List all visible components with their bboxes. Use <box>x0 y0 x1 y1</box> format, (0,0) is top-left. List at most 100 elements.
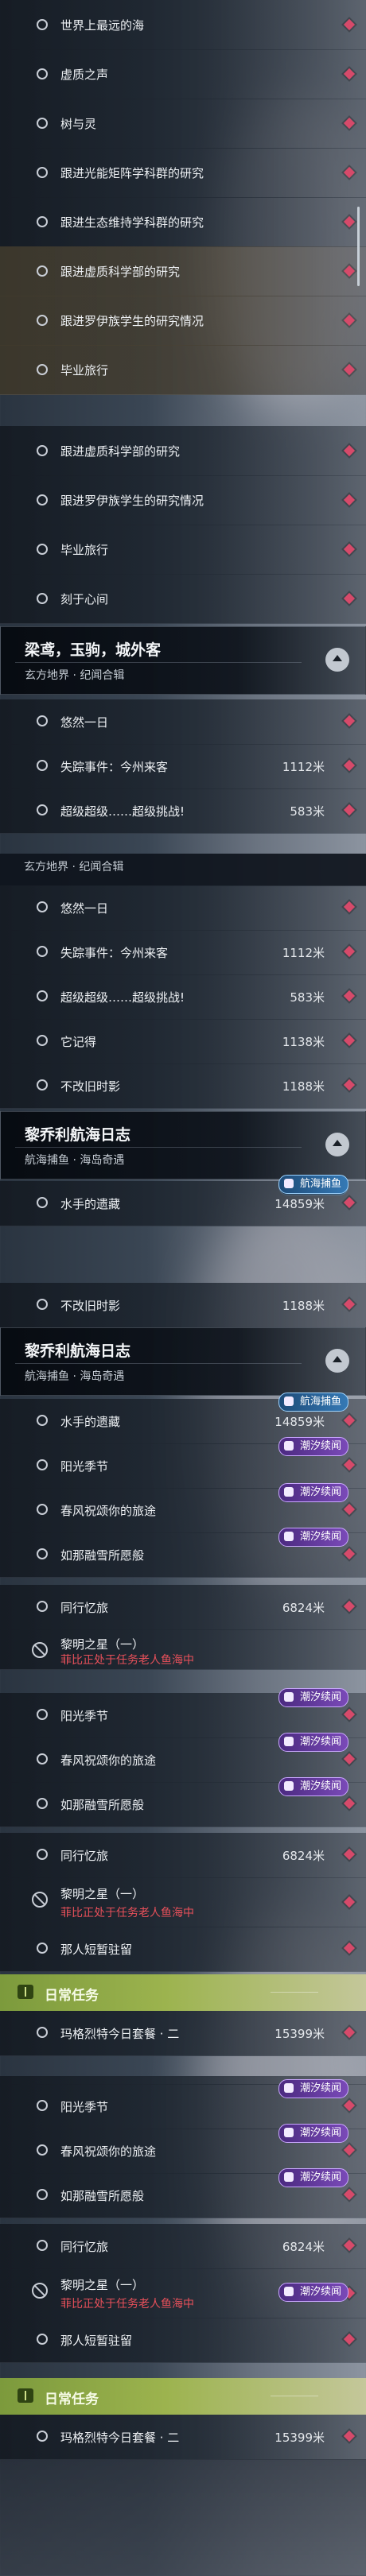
quest-row[interactable]: 跟进虚质科学部的研究 <box>0 426 366 476</box>
quest-status-icon <box>37 544 48 555</box>
quest-group-header[interactable]: 梁鸢，玉驹，城外客 玄方地界 · 纪闻合辑 <box>0 626 366 695</box>
marker-icon <box>343 2333 356 2346</box>
quest-row[interactable]: 刻于心间 <box>0 574 366 624</box>
quest-title: 毕业旅行 <box>60 543 109 557</box>
marker-icon <box>343 2239 356 2252</box>
marker-icon <box>343 990 356 1002</box>
quest-status-icon <box>37 1079 48 1090</box>
tide-tag: 潮汐续闻 <box>278 1483 348 1502</box>
tide-tag: 潮汐续闻 <box>278 1437 348 1456</box>
marker-icon <box>343 592 356 605</box>
quest-row[interactable]: 超级超级……超级挑战! 583米 <box>0 788 366 834</box>
quest-distance: 14859米 <box>274 1415 325 1429</box>
quest-title: 春风祝颂你的旅途 <box>60 1753 157 1768</box>
quest-row[interactable]: 同行忆旅 6824米 <box>0 1585 366 1630</box>
blocked-icon <box>32 1642 48 1658</box>
quest-row[interactable]: 玛格烈特今日套餐 · 二 15399米 <box>0 2415 366 2460</box>
quest-distance: 14859米 <box>274 1197 325 1211</box>
quest-title: 阳光季节 <box>60 1709 109 1723</box>
marker-icon <box>343 1848 356 1861</box>
quest-title: 阳光季节 <box>60 2100 109 2114</box>
quest-distance: 6824米 <box>282 2240 325 2254</box>
quest-status-icon <box>37 19 48 30</box>
quest-distance: 6824米 <box>282 1849 325 1863</box>
collapse-icon[interactable] <box>325 1349 349 1373</box>
quest-title: 跟进罗伊族学生的研究情况 <box>60 314 204 328</box>
marker-icon <box>343 1079 356 1091</box>
marker-icon <box>343 494 356 506</box>
marker-icon <box>343 2188 356 2201</box>
daily-task-header[interactable]: 日常任务 <box>0 1974 366 2011</box>
quest-title: 跟进罗伊族学生的研究情况 <box>60 494 204 508</box>
quest-row[interactable]: 世界上最远的海 <box>0 0 366 50</box>
quest-row[interactable]: 那人短暂驻留 <box>0 2318 366 2363</box>
quest-title: 世界上最远的海 <box>60 18 145 33</box>
quest-status-icon <box>37 118 48 129</box>
quest-row[interactable]: 超级超级……超级挑战! 583米 <box>0 974 366 1020</box>
quest-row[interactable]: 跟进光能矩阵学科群的研究 <box>0 148 366 198</box>
collapse-icon[interactable] <box>325 1133 349 1156</box>
quest-title: 悠然一日 <box>60 715 109 730</box>
quest-status-icon <box>37 1415 48 1426</box>
scrollbar[interactable] <box>357 207 360 286</box>
tide-tag: 潮汐续闻 <box>278 2079 348 2098</box>
quest-blocked-reason: 菲比正处于任务老人鱼海中 <box>60 1907 194 1919</box>
quest-distance: 1188米 <box>282 1079 325 1094</box>
quest-status-icon <box>37 1849 48 1860</box>
quest-group-header[interactable]: 黎乔利航海日志 航海捕鱼 · 海岛奇遇 <box>0 1327 366 1396</box>
daily-task-icon <box>18 2388 33 2403</box>
quest-distance: 583米 <box>290 804 325 819</box>
daily-task-header[interactable]: 日常任务 <box>0 2378 366 2415</box>
quest-distance: 6824米 <box>282 1601 325 1615</box>
quest-row[interactable]: 跟进虚质科学部的研究 <box>0 246 366 296</box>
quest-row[interactable]: 毕业旅行 <box>0 345 366 395</box>
quest-row[interactable]: 失踪事件：今州来客 1112米 <box>0 744 366 789</box>
quest-status-icon <box>37 1035 48 1046</box>
quest-title: 不改旧时影 <box>60 1079 121 1094</box>
quest-title: 同行忆旅 <box>60 2240 109 2254</box>
marker-icon <box>343 804 356 816</box>
quest-distance: 1188米 <box>282 1299 325 1313</box>
quest-row[interactable]: 不改旧时影 1188米 <box>0 1063 366 1109</box>
quest-row[interactable]: 毕业旅行 <box>0 525 366 575</box>
quest-row[interactable]: 虚质之声 <box>0 49 366 99</box>
quest-status-icon <box>37 1601 48 1612</box>
marker-icon <box>343 18 356 31</box>
quest-title: 同行忆旅 <box>60 1849 109 1863</box>
collapse-icon[interactable] <box>325 648 349 672</box>
marker-icon <box>343 215 356 228</box>
quest-row[interactable]: 悠然一日 <box>0 699 366 745</box>
marker-icon <box>343 2026 356 2039</box>
quest-status-icon <box>37 2027 48 2038</box>
quest-row[interactable]: 那人短暂驻留 <box>0 1927 366 1972</box>
quest-title: 春风祝颂你的旅途 <box>60 2144 157 2159</box>
quest-row[interactable]: 树与灵 <box>0 99 366 149</box>
quest-row[interactable]: 黎明之星（一） 菲比正处于任务老人鱼海中 <box>0 1877 366 1927</box>
quest-status-icon <box>37 2100 48 2111</box>
quest-title: 悠然一日 <box>60 901 109 916</box>
group-subtitle: 航海捕鱼 · 海岛奇遇 <box>25 1154 125 1167</box>
quest-group-header[interactable]: 黎乔利航海日志 航海捕鱼 · 海岛奇遇 <box>0 1111 366 1180</box>
quest-row[interactable]: 跟进生态维持学科群的研究 <box>0 197 366 247</box>
quest-row[interactable]: 失踪事件：今州来客 1112米 <box>0 930 366 975</box>
quest-row[interactable]: 跟进罗伊族学生的研究情况 <box>0 296 366 346</box>
tide-tag: 潮汐续闻 <box>278 1528 348 1547</box>
quest-status-icon <box>37 167 48 178</box>
quest-row[interactable]: 它记得 1138米 <box>0 1019 366 1064</box>
quest-row[interactable]: 悠然一日 <box>0 885 366 931</box>
quest-row[interactable]: 不改旧时影 1188米 <box>0 1283 366 1328</box>
daily-task-icon <box>18 1985 33 1999</box>
marker-icon <box>343 314 356 327</box>
quest-title: 跟进光能矩阵学科群的研究 <box>60 166 204 180</box>
quest-row[interactable]: 黎明之星（一） 菲比正处于任务老人鱼海中 <box>0 1629 366 1670</box>
marker-icon <box>343 2144 356 2156</box>
quest-row[interactable]: 跟进罗伊族学生的研究情况 <box>0 475 366 525</box>
quest-distance: 1112米 <box>282 760 325 774</box>
marker-icon <box>343 166 356 179</box>
marker-icon <box>343 1034 356 1047</box>
quest-row[interactable]: 同行忆旅 6824米 <box>0 1833 366 1878</box>
quest-row[interactable]: 同行忆旅 6824米 <box>0 2224 366 2269</box>
quest-row[interactable]: 玛格烈特今日套餐 · 二 15399米 <box>0 2011 366 2056</box>
quest-distance: 583米 <box>290 990 325 1005</box>
quest-status-icon <box>37 315 48 326</box>
